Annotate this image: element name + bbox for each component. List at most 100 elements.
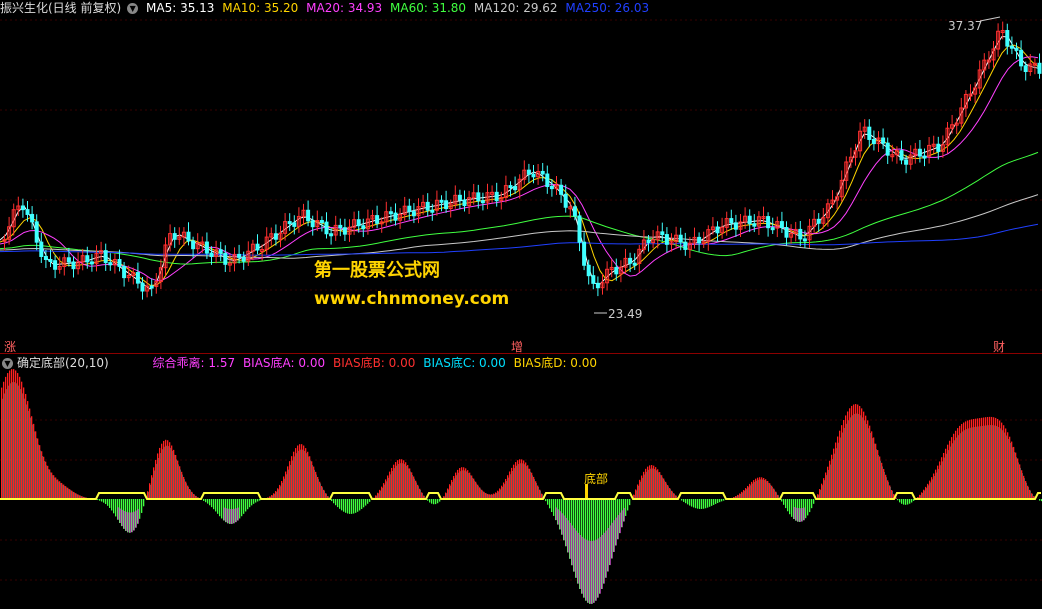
indicator-bar-up xyxy=(657,469,659,499)
indicator-bar-shadow xyxy=(1028,487,1029,499)
indicator-bar-shadow xyxy=(534,479,535,499)
indicator-bar-up xyxy=(35,431,37,499)
indicator-bar-up xyxy=(161,443,163,499)
indicator-bar-down xyxy=(345,499,347,513)
indicator-bar-up xyxy=(27,401,29,499)
indicator-bar-up xyxy=(745,488,747,499)
indicator-bar-magenta xyxy=(793,507,795,520)
indicator-bar-shadow xyxy=(310,460,311,499)
indicator-bar-shadow xyxy=(28,410,29,499)
indicator-bar-up xyxy=(891,490,893,499)
indicator-bar-up xyxy=(479,487,481,499)
indicator-bar-shadow xyxy=(478,486,479,499)
flag-zhang[interactable]: 涨 xyxy=(4,338,16,355)
indicator-name[interactable]: 确定底部(20,10) xyxy=(17,356,109,370)
indicator-bar-down xyxy=(109,499,111,508)
indicator-bar-up xyxy=(307,451,309,499)
indicator-bar-down xyxy=(103,499,105,503)
indicator-bar-magenta xyxy=(581,536,583,594)
candle-body xyxy=(632,262,637,266)
indicator-bar-shadow xyxy=(516,465,517,499)
indicator-bar-shadow xyxy=(654,468,655,499)
indicator-bar-shadow xyxy=(188,486,189,499)
candle-body xyxy=(430,209,435,213)
indicator-bar-magenta xyxy=(621,510,623,528)
indicator-bar-down xyxy=(341,499,343,511)
indicator-bar-magenta xyxy=(117,507,119,520)
indicator-bar-up xyxy=(865,415,867,499)
indicator-bar-up xyxy=(33,423,35,499)
flag-zeng[interactable]: 增 xyxy=(511,338,523,355)
flag-cai[interactable]: 财 xyxy=(993,338,1005,355)
indicator-bar-shadow xyxy=(838,442,839,499)
indicator-bar-up xyxy=(419,488,421,499)
indicator-bar-shadow xyxy=(314,469,315,499)
indicator-bar-shadow xyxy=(380,490,381,499)
indicator-bar-shadow xyxy=(932,479,933,499)
stock-chart[interactable]: 37.37 23.49 底部 xyxy=(0,0,1042,609)
indicator-bar-shadow xyxy=(56,479,57,499)
candle-body xyxy=(457,194,462,201)
indicator-bar-shadow xyxy=(180,469,181,499)
candle-body xyxy=(186,231,191,242)
indicator-bar-shadow xyxy=(882,466,883,499)
indicator-bar-up xyxy=(163,440,165,499)
indicator-bar-shadow xyxy=(672,491,673,499)
indicator-bar-down xyxy=(203,499,205,501)
ma-line xyxy=(0,44,1039,286)
indicator-bar-up xyxy=(869,425,871,499)
indicator-bar-shadow xyxy=(416,482,417,499)
indicator-bar-up xyxy=(855,404,857,499)
indicator-bar-shadow xyxy=(286,474,287,499)
indicator-bar-up xyxy=(41,451,43,499)
indicator-bar-up xyxy=(867,420,869,499)
indicator-bar-up xyxy=(641,475,643,499)
settings-chevron-icon[interactable]: ▼ xyxy=(127,3,139,14)
indicator-bar-shadow xyxy=(48,469,49,499)
indicator-bar-up xyxy=(31,416,33,499)
indicator-chevron-icon[interactable]: ▼ xyxy=(2,358,13,369)
indicator-bar-up xyxy=(65,486,67,499)
indicator-bar-down xyxy=(363,499,365,508)
ma20-value: MA20: 34.93 xyxy=(306,1,383,15)
indicator-bar-up xyxy=(775,491,777,499)
indicator-bar-shadow xyxy=(888,482,889,499)
indicator-bar-up xyxy=(653,465,655,499)
indicator-bar-shadow xyxy=(520,463,521,499)
indicator-bar-shadow xyxy=(18,385,19,499)
indicator-bar-down xyxy=(553,499,555,516)
indicator-bar-up xyxy=(991,416,993,499)
indicator-bar-shadow xyxy=(756,480,757,499)
indicator-bar-shadow xyxy=(760,479,761,499)
indicator-bar-shadow xyxy=(402,463,403,499)
indicator-bar-shadow xyxy=(940,465,941,499)
indicator-bar-shadow xyxy=(184,479,185,499)
stock-title[interactable]: 振兴生化(日线 前复权) xyxy=(0,1,121,15)
candle-body xyxy=(526,169,531,175)
indicator-bar-up xyxy=(321,486,323,499)
ma250-value: MA250: 26.03 xyxy=(565,1,650,15)
indicator-bar-down xyxy=(713,499,715,505)
indicator-bar-down xyxy=(1039,499,1041,501)
indicator-bars xyxy=(1,369,1042,604)
indicator-bar-up xyxy=(857,404,859,499)
indicator-bar-shadow xyxy=(54,477,55,499)
indicator-bar-down xyxy=(365,499,367,506)
indicator-bar-up xyxy=(539,489,541,499)
indicator-bar-up xyxy=(637,484,639,499)
candle-body xyxy=(917,148,922,157)
indicator-bar-shadow xyxy=(850,417,851,499)
indicator-bar-up xyxy=(397,460,399,499)
indicator-bar-shadow xyxy=(1018,462,1019,499)
indicator-bar-up xyxy=(829,460,831,499)
indicator-bar-shadow xyxy=(276,491,277,499)
indicator-bar-shadow xyxy=(36,438,37,499)
indicator-bar-up xyxy=(741,491,743,499)
indicator-bar-shadow xyxy=(658,472,659,499)
indicator-bar-down xyxy=(351,499,353,514)
candle-body xyxy=(572,206,577,217)
indicator-bar-shadow xyxy=(164,446,165,499)
indicator-bar-shadow xyxy=(290,464,291,499)
indicator-bar-up xyxy=(63,484,65,499)
moving-average-lines xyxy=(0,35,1039,290)
